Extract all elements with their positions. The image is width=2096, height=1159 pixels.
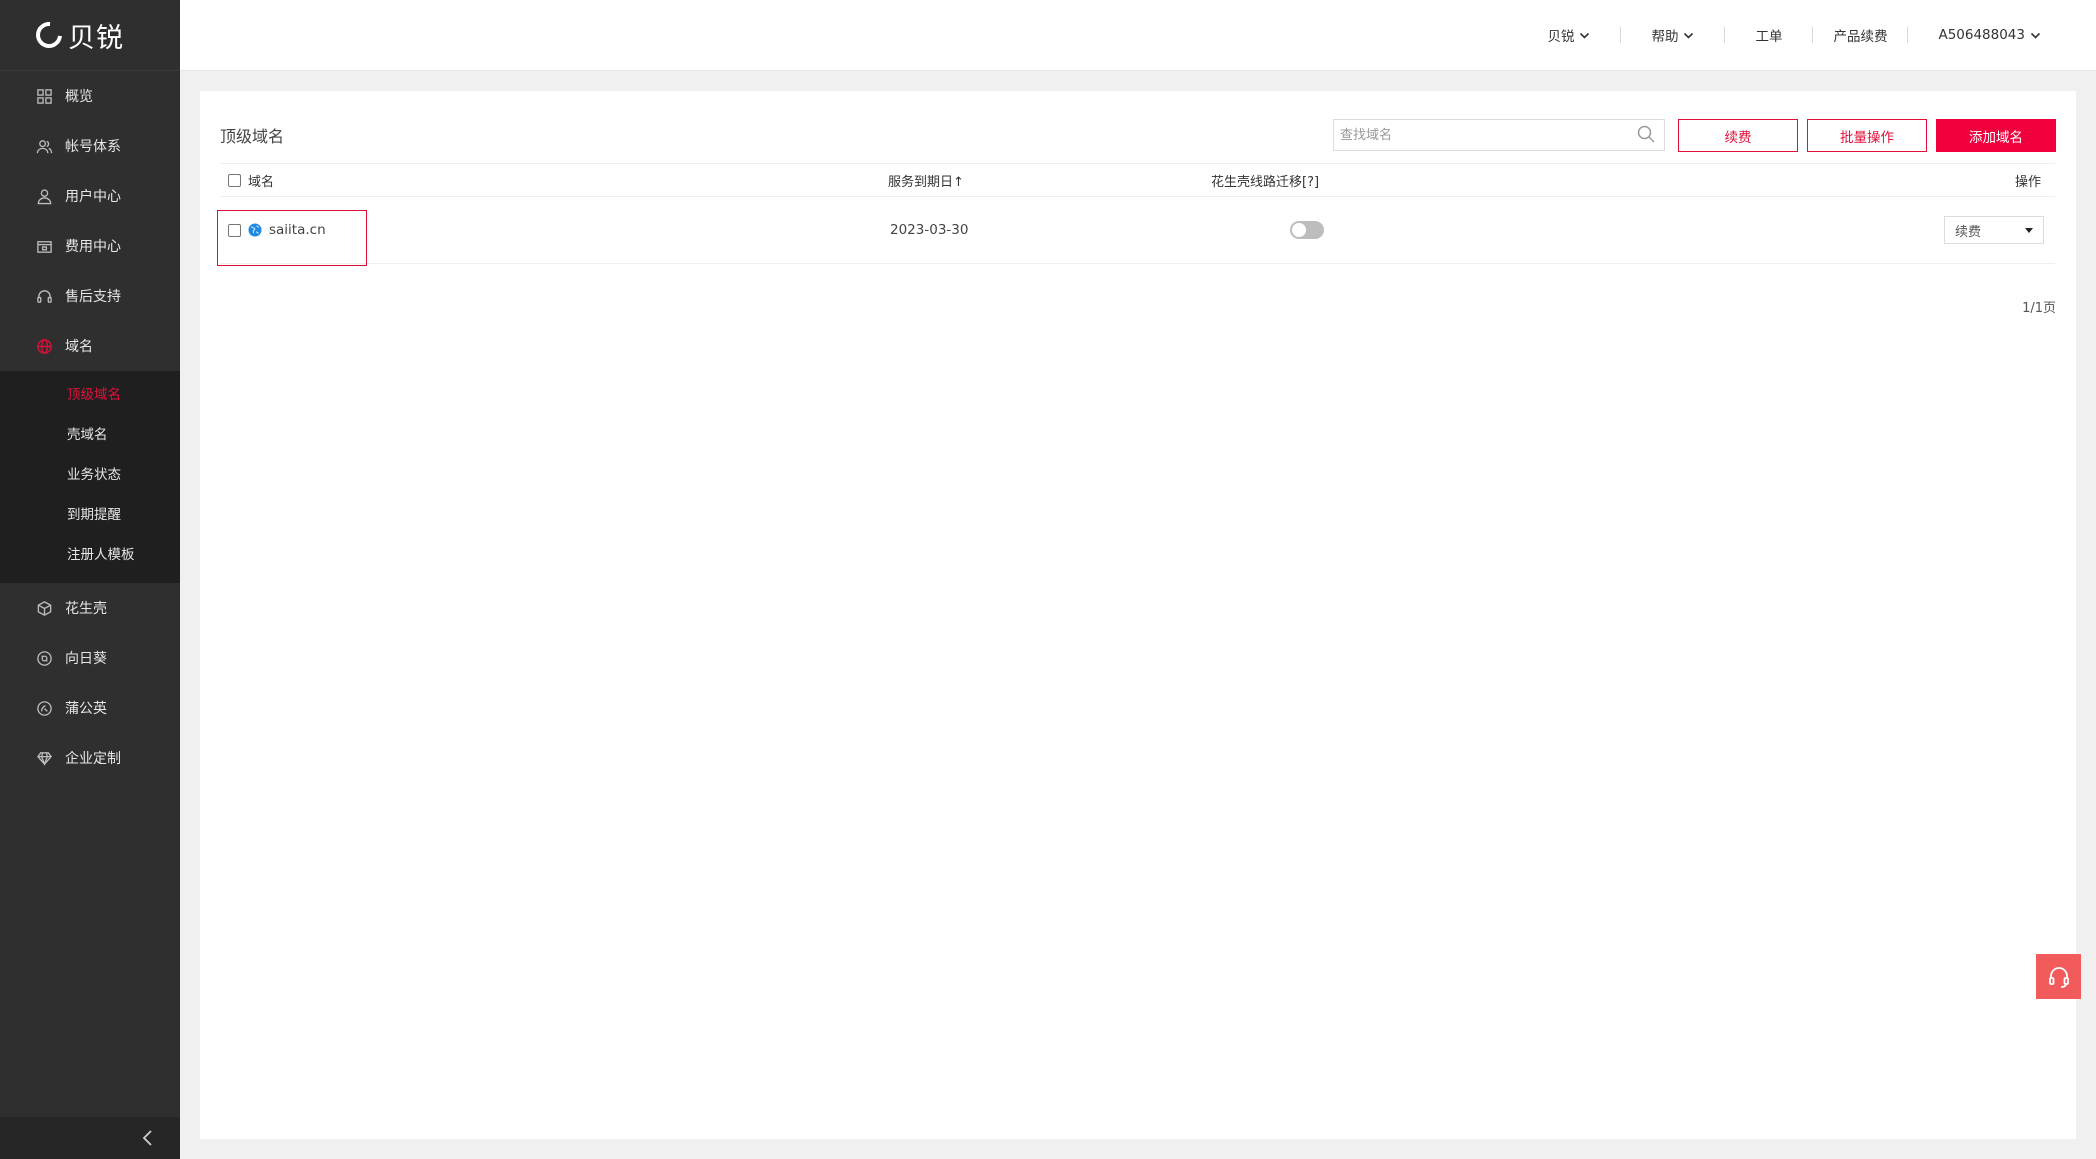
sidebar-item-overview[interactable]: 概览 (0, 71, 180, 121)
column-header-action: 操作 (2014, 174, 2041, 190)
header-links: 贝锐 帮助 工单 产品续费 A506488043 (1517, 0, 2041, 70)
sidebar-item-domain[interactable]: 域名 (0, 321, 180, 371)
table-header: 域名 服务到期日↑ 花生壳线路迁移[?] 操作 (220, 163, 2055, 197)
sidebar-subitem-business-status[interactable]: 业务状态 (0, 453, 180, 493)
brand-logo[interactable]: 贝锐 (0, 0, 180, 71)
brand-name: 贝锐 (68, 22, 124, 54)
globe-icon (35, 337, 53, 355)
header-link-account[interactable]: A506488043 (1908, 27, 2041, 43)
sidebar-item-billing[interactable]: 费用中心 (0, 221, 180, 271)
renew-button[interactable]: 续费 (1678, 119, 1798, 152)
users-icon (35, 137, 53, 155)
sidebar-nav-products: 花生壳 向日葵 蒲公英 企业定制 (0, 583, 180, 783)
select-all-checkbox[interactable] (228, 173, 241, 187)
sidebar-item-sunlogin[interactable]: 向日葵 (0, 633, 180, 683)
sidebar-item-enterprise[interactable]: 企业定制 (0, 733, 180, 783)
chevron-down-icon (1579, 30, 1590, 41)
sidebar-subitem-shell-domain[interactable]: 壳域名 (0, 413, 180, 453)
sidebar-item-support[interactable]: 售后支持 (0, 271, 180, 321)
header-link-brand[interactable]: 贝锐 (1517, 25, 1620, 45)
header-link-label: 贝锐 (1547, 29, 1575, 45)
search-icon[interactable] (1636, 124, 1658, 146)
sidebar-collapse-button[interactable] (0, 1117, 180, 1159)
user-icon (35, 187, 53, 205)
brand-logo-icon (30, 16, 68, 54)
sidebar-nav: 概览 帐号体系 用户中心 费用中心 售后支持 域名 (0, 71, 180, 371)
diamond-icon (35, 749, 53, 767)
row-action-select[interactable]: 续费 (1944, 216, 2044, 244)
header-link-renewal[interactable]: 产品续费 (1813, 25, 1907, 45)
sidebar-subitem-expiry-reminder[interactable]: 到期提醒 (0, 493, 180, 533)
sidebar-item-pgy[interactable]: 蒲公英 (0, 683, 180, 733)
sidebar-subitem-top-level-domain[interactable]: 顶级域名 (0, 373, 180, 413)
row-checkbox[interactable] (228, 223, 241, 237)
sidebar-item-label: 蒲公英 (65, 701, 107, 717)
search-input[interactable] (1334, 120, 1636, 150)
sidebar-item-label: 费用中心 (65, 239, 121, 255)
sidebar-item-oray-peanut[interactable]: 花生壳 (0, 583, 180, 633)
row-expiry-date: 2023-03-30 (890, 222, 969, 238)
top-header: 贝锐 帮助 工单 产品续费 A506488043 (180, 0, 2096, 71)
header-cell-domain: 域名 (228, 164, 274, 196)
cube-icon (35, 599, 53, 617)
header-link-label: 工单 (1755, 29, 1783, 45)
row-migration-cell (1290, 197, 1324, 263)
header-link-label: 帮助 (1651, 29, 1679, 45)
domain-list-card: 顶级域名 续费 批量操作 添加域名 域名 服务到期日↑ 花生壳线路迁移[?] 操… (200, 91, 2076, 1139)
wallet-icon (35, 237, 53, 255)
chevron-left-icon (142, 1130, 152, 1146)
headset-icon (35, 287, 53, 305)
header-link-ticket[interactable]: 工单 (1725, 25, 1812, 45)
column-header-domain: 域名 (248, 174, 275, 190)
domain-name[interactable]: saiita.cn (269, 222, 326, 238)
row-domain-cell: saiita.cn (228, 197, 326, 263)
migration-toggle[interactable] (1290, 221, 1324, 239)
sidebar-item-label: 向日葵 (65, 651, 107, 667)
add-domain-button[interactable]: 添加域名 (1936, 119, 2056, 152)
sidebar-item-user-center[interactable]: 用户中心 (0, 171, 180, 221)
sidebar-item-label: 企业定制 (65, 751, 121, 767)
search-box (1333, 119, 1665, 151)
floating-support-button[interactable] (2036, 954, 2081, 999)
domain-table: 域名 服务到期日↑ 花生壳线路迁移[?] 操作 saiita.cn 2023-0… (220, 163, 2055, 264)
row-action-cell: 续费 (1944, 197, 2044, 263)
pagination-info: 1/1页 (2022, 301, 2056, 316)
caret-down-icon (2025, 227, 2033, 233)
sidebar-item-label: 帐号体系 (65, 139, 121, 155)
sidebar-subitem-registrant-template[interactable]: 注册人模板 (0, 533, 180, 573)
row-action-selected: 续费 (1955, 224, 1982, 240)
toggle-knob (1292, 223, 1306, 237)
dashboard-icon (35, 87, 53, 105)
sidebar: 贝锐 概览 帐号体系 用户中心 费用中心 售后支持 域名 顶级域名 壳域名 业务… (0, 0, 180, 1159)
column-header-migration[interactable]: 花生壳线路迁移[?] (1211, 164, 1319, 196)
chevron-down-icon (1683, 30, 1694, 41)
header-link-label: 产品续费 (1833, 29, 1888, 45)
sidebar-item-account-system[interactable]: 帐号体系 (0, 121, 180, 171)
headset-icon (2048, 966, 2069, 988)
dandelion-icon (35, 699, 53, 717)
batch-operation-button[interactable]: 批量操作 (1807, 119, 1927, 152)
sidebar-item-label: 售后支持 (65, 289, 121, 305)
page-title: 顶级域名 (220, 127, 285, 146)
domain-globe-icon (248, 223, 262, 237)
sidebar-item-label: 概览 (65, 89, 93, 105)
column-header-expiry[interactable]: 服务到期日↑ (888, 164, 964, 196)
header-link-help[interactable]: 帮助 (1621, 25, 1724, 45)
sidebar-item-label: 域名 (65, 339, 93, 355)
account-id: A506488043 (1938, 27, 2025, 43)
domain-submenu: 顶级域名 壳域名 业务状态 到期提醒 注册人模板 (0, 371, 180, 583)
sidebar-item-label: 花生壳 (65, 601, 107, 617)
table-row: saiita.cn 2023-03-30 续费 (220, 197, 2055, 264)
sunflower-icon (35, 649, 53, 667)
sidebar-item-label: 用户中心 (65, 189, 121, 205)
chevron-down-icon (2030, 30, 2041, 41)
